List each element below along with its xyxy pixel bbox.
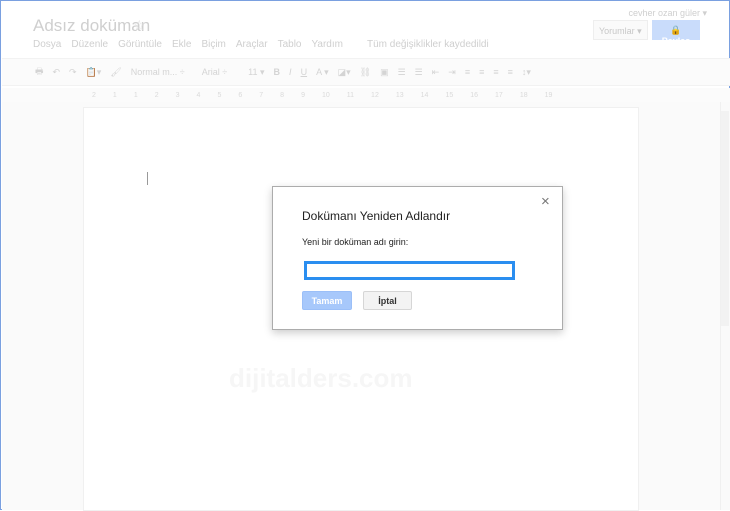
menu-insert[interactable]: Ekle [172, 39, 191, 50]
star-icon[interactable]: ☆ [133, 17, 146, 34]
decrease-indent-icon[interactable]: ⇤ [432, 67, 440, 78]
ruler-tick: 19 [544, 91, 553, 99]
ruler-tick: 15 [445, 91, 454, 99]
menu-format[interactable]: Biçim [201, 39, 225, 50]
user-account[interactable]: cevher ozan güler ▾ [628, 8, 707, 19]
ok-button[interactable]: Tamam [302, 291, 352, 310]
ruler-tick: 12 [371, 91, 379, 99]
cancel-button[interactable]: İptal [363, 291, 412, 310]
text-color-button[interactable]: A ▾ [316, 67, 329, 78]
menu-table[interactable]: Tablo [278, 39, 302, 50]
ruler-tick: 16 [470, 91, 479, 99]
ruler-tick: 4 [196, 91, 201, 99]
align-right-icon[interactable]: ≡ [493, 67, 498, 77]
ruler-tick: 10 [321, 91, 330, 99]
paste-icon[interactable]: 📋▾ [86, 67, 102, 78]
bold-button[interactable]: B [274, 67, 281, 77]
underline-button[interactable]: U [301, 67, 308, 77]
menu-tools[interactable]: Araçlar [236, 39, 268, 50]
ruler-tick: 1 [133, 91, 138, 99]
link-icon[interactable]: ⛓ [360, 67, 371, 78]
ruler-tick: 2 [154, 91, 159, 99]
ruler-tick: 1 [112, 91, 117, 99]
ruler-tick: 2 [92, 91, 96, 99]
menu-file[interactable]: Dosya [33, 39, 61, 50]
close-icon[interactable]: × [541, 193, 550, 210]
increase-indent-icon[interactable]: ⇥ [448, 67, 456, 78]
menu-bar: Dosya Düzenle Görüntüle Ekle Biçim Araçl… [33, 39, 489, 50]
ruler-tick: 13 [395, 91, 404, 99]
ruler-tick: 18 [519, 91, 528, 99]
document-name-input[interactable] [304, 261, 515, 280]
ruler-tick: 14 [420, 91, 429, 99]
save-status: Tüm değişiklikler kaydedildi [366, 39, 489, 50]
print-icon[interactable]: 🖶 [35, 64, 44, 80]
menu-view[interactable]: Görüntüle [118, 39, 162, 50]
ruler-tick: 6 [238, 91, 243, 99]
image-icon[interactable]: ▣ [380, 67, 389, 78]
italic-button[interactable]: I [289, 67, 292, 77]
align-center-icon[interactable]: ≡ [479, 67, 484, 77]
undo-icon[interactable]: ↶ [53, 67, 61, 78]
font-select[interactable]: Arial ÷ [202, 67, 227, 77]
scrollbar-thumb[interactable] [721, 111, 729, 326]
ruler-tick: 11 [346, 91, 355, 99]
dialog-label: Yeni bir doküman adı girin: [302, 237, 409, 247]
paint-format-icon[interactable]: 🖌 [110, 67, 121, 78]
ruler-tick: 8 [280, 91, 285, 99]
toolbar: 🖶 ↶ ↷ 📋▾ 🖌 Normal m... ÷ Arial ÷ 11 ▾ B … [2, 58, 730, 86]
size-select[interactable]: 11 ▾ [248, 67, 264, 78]
align-left-icon[interactable]: ≡ [465, 67, 470, 77]
share-button[interactable]: 🔒 Paylaş [652, 20, 700, 46]
ruler-tick: 3 [175, 91, 180, 99]
menu-edit[interactable]: Düzenle [71, 39, 108, 50]
comments-button[interactable]: Yorumlar ▾ [593, 20, 648, 40]
redo-icon[interactable]: ↷ [69, 67, 77, 78]
style-select[interactable]: Normal m... ÷ [131, 67, 185, 77]
line-spacing-icon[interactable]: ↕▾ [522, 67, 531, 78]
ruler-tick: 17 [495, 91, 503, 99]
ruler[interactable]: 2 1 1 2 3 4 5 6 7 8 9 10 11 12 13 14 15 16 17 18 19 [2, 88, 730, 102]
justify-icon[interactable]: ≡ [508, 67, 513, 77]
watermark: dijitalders.com [229, 363, 413, 393]
ruler-tick: 9 [301, 91, 305, 99]
dialog-title: Dokümanı Yeniden Adlandır [302, 209, 451, 223]
bulleted-list-icon[interactable]: ☰ [415, 67, 423, 78]
ruler-tick: 5 [217, 91, 222, 99]
menu-help[interactable]: Yardım [311, 39, 343, 50]
ruler-tick: 7 [259, 91, 264, 99]
rename-dialog: × Dokümanı Yeniden Adlandır Yeni bir dok… [272, 186, 563, 330]
highlight-icon[interactable]: ◪▾ [338, 67, 351, 78]
text-cursor [147, 172, 148, 185]
numbered-list-icon[interactable]: ☰ [398, 67, 406, 78]
